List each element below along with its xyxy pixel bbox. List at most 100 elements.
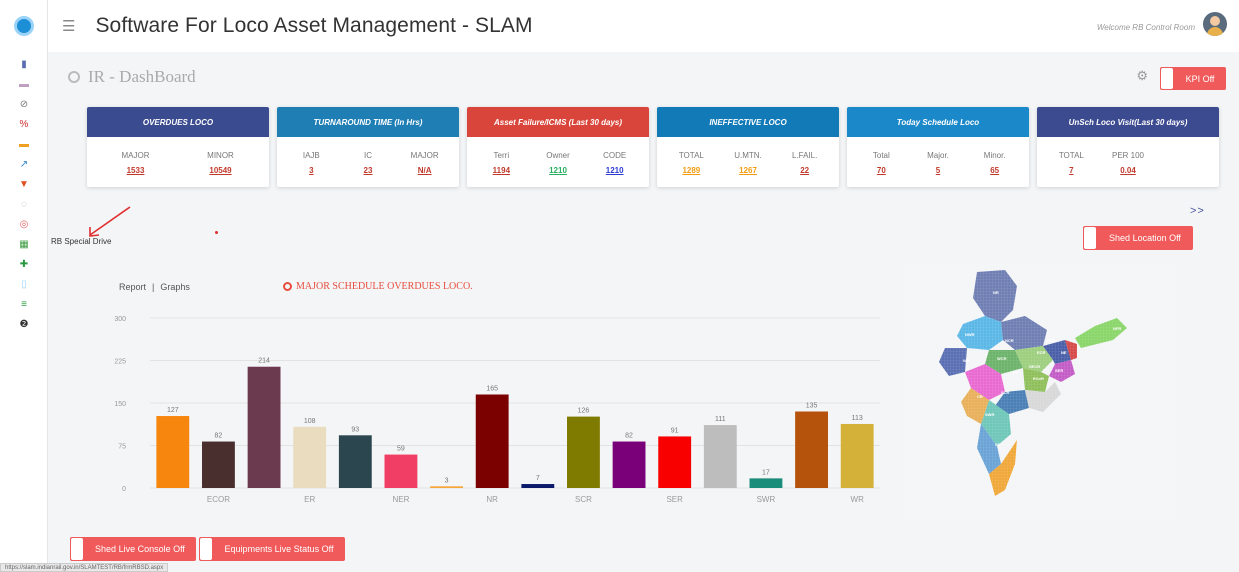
zone-label: ECoR [1033, 376, 1044, 381]
kpi-card: TURNAROUND TIME (In Hrs) IAJB 3 IC 23 MAJOR N/… [277, 107, 459, 187]
grid-icon[interactable]: ≡ [0, 295, 48, 315]
tab-report[interactable]: Report [119, 282, 146, 292]
welcome-text: Welcome RB Control Room [1096, 23, 1195, 32]
x-tick-label: SWR [757, 495, 776, 504]
kpi-metric-value[interactable]: 23 [340, 166, 397, 175]
shed-live-console-toggle[interactable]: Shed Live Console Off [70, 537, 196, 561]
red-dot [215, 231, 218, 234]
bar [567, 416, 600, 488]
folder-icon[interactable]: ▬ [0, 135, 48, 155]
kpi-metric-value[interactable]: N/A [396, 166, 453, 175]
kpi-metric-value[interactable]: 1533 [93, 166, 178, 175]
plus-icon[interactable]: ✚ [0, 255, 48, 275]
kpi-card-title: TURNAROUND TIME (In Hrs) [277, 107, 459, 137]
equipments-live-status-toggle[interactable]: Equipments Live Status Off [199, 537, 345, 561]
kpi-metric-value[interactable]: 1267 [720, 166, 777, 175]
india-zone-map[interactable]: NR NWR NCR NER NFR WR WCR ECR ER SECR EC… [905, 264, 1175, 522]
kpi-metric-value[interactable]: 7 [1043, 166, 1100, 175]
zone-label: WR [963, 358, 970, 363]
train-icon[interactable]: ◎ [0, 215, 48, 235]
percent-icon[interactable]: % [0, 115, 48, 135]
kpi-metric-value[interactable]: 1210 [586, 166, 643, 175]
zone-label: SECR [1029, 364, 1040, 369]
zone-label: NE [1061, 350, 1067, 355]
kpi-card-title: OVERDUES LOCO [87, 107, 269, 137]
kpi-metric-label: L.FAIL. [792, 151, 818, 160]
kpi-metric-value[interactable]: 5 [910, 166, 967, 175]
kpi-toggle[interactable]: KPI Off [1160, 67, 1226, 90]
kpi-metric: TOTAL 1289 [663, 151, 720, 175]
rb-special-drive-link[interactable]: RB Special Drive [51, 237, 111, 246]
kpi-metric-value[interactable]: 0.04 [1100, 166, 1157, 175]
bar [521, 484, 555, 488]
bar [795, 411, 828, 488]
toggle-knob [1083, 226, 1097, 250]
avatar[interactable] [1203, 12, 1227, 36]
sidebar: ▮ ▬ ⊘% ▬ ↗ ▼ ◌ ◎ ▦ ✚ ▯ ≡ ❷ [0, 0, 48, 572]
x-tick-label: SCR [575, 495, 592, 504]
bar-value-label: 214 [258, 358, 270, 365]
kpi-metric: MINOR 10549 [178, 151, 263, 175]
tab-graphs[interactable]: Graphs [160, 282, 190, 292]
link-icon[interactable]: ⊘ [0, 95, 48, 115]
bar [749, 478, 783, 488]
brand-logo[interactable] [0, 0, 48, 52]
bar-value-label: 82 [625, 433, 633, 440]
shield-icon[interactable]: ▼ [0, 175, 48, 195]
table-icon[interactable]: ▦ [0, 235, 48, 255]
bar [430, 486, 463, 488]
list-icon[interactable]: ▬ [0, 75, 48, 95]
kpi-metric-value[interactable]: 22 [776, 166, 833, 175]
bar [338, 435, 372, 488]
kpi-metric: CODE 1210 [586, 151, 643, 175]
bar-value-label: 165 [486, 386, 498, 393]
kpi-card-title: Asset Failure/ICMS (Last 30 days) [467, 107, 649, 137]
bar [612, 441, 646, 488]
status-bar-url: https://slam.indianrail.gov.in/SLAMTEST/… [0, 563, 169, 572]
bar-value-label: 127 [167, 407, 179, 414]
kpi-metric: MAJOR N/A [396, 151, 453, 175]
kpi-metric: PER 100 0.04 [1100, 151, 1157, 175]
map-zones [905, 264, 1175, 522]
chart-tabs: Report | Graphs [119, 282, 190, 292]
shed-location-toggle[interactable]: Shed Location Off [1083, 226, 1193, 250]
kpi-card-body: TOTAL 1289 U.MTN. 1267 L.FAIL. 22 [657, 137, 839, 175]
mobile-icon[interactable]: ▯ [0, 275, 48, 295]
kpi-metric-label: Terri [493, 151, 510, 160]
next-arrows[interactable]: >> [1190, 205, 1205, 217]
bar-chart-icon[interactable]: ▮ [0, 55, 48, 75]
india-map-panel: NR NWR NCR NER NFR WR WCR ECR ER SECR EC… [905, 264, 1175, 522]
bar-value-label: 3 [445, 477, 449, 484]
bar [840, 423, 874, 488]
bar-value-label: 82 [215, 433, 223, 440]
bar-value-label: 108 [304, 418, 316, 425]
y-tick-label: 225 [114, 359, 126, 366]
gear-icon[interactable]: ⚙ [1136, 68, 1148, 84]
y-tick-label: 300 [114, 316, 126, 323]
kpi-metric-value[interactable]: 1194 [473, 166, 530, 175]
bar [247, 366, 281, 488]
tag-icon[interactable]: ◌ [0, 195, 48, 215]
kpi-metric-value[interactable]: 10549 [178, 166, 263, 175]
chart-title-text: MAJOR SCHEDULE OVERDUES LOCO. [296, 281, 473, 292]
kpi-metric-value[interactable]: 1210 [530, 166, 587, 175]
kpi-metric-value[interactable]: 65 [966, 166, 1023, 175]
kpi-card-title: UnSch Loco Visit(Last 30 days) [1037, 107, 1219, 137]
kpi-card: Asset Failure/ICMS (Last 30 days) Terri 11… [467, 107, 649, 187]
bar-value-label: 59 [397, 446, 405, 453]
kpi-metric-value[interactable]: 70 [853, 166, 910, 175]
line-chart-icon[interactable]: ↗ [0, 155, 48, 175]
kpi-metric-value[interactable]: 3 [283, 166, 340, 175]
kpi-metric-value[interactable]: 1289 [663, 166, 720, 175]
bar-value-label: 93 [351, 426, 359, 433]
kpi-metric: Major. 5 [910, 151, 967, 175]
zone-label: ER [1013, 370, 1019, 375]
kpi-card: INEFFECTIVE LOCO TOTAL 1289 U.MTN. 1267 L.FAI… [657, 107, 839, 187]
zone-label: SER [1055, 368, 1063, 373]
help-icon[interactable]: ❷ [0, 315, 48, 335]
zone-label: SR [995, 442, 1001, 447]
kpi-metric-label: TOTAL [1058, 151, 1084, 160]
hamburger-icon[interactable]: ☰ [62, 17, 75, 35]
topbar: ☰ Software For Loco Asset Management - S… [48, 0, 1239, 52]
x-tick-label: SER [666, 495, 683, 504]
